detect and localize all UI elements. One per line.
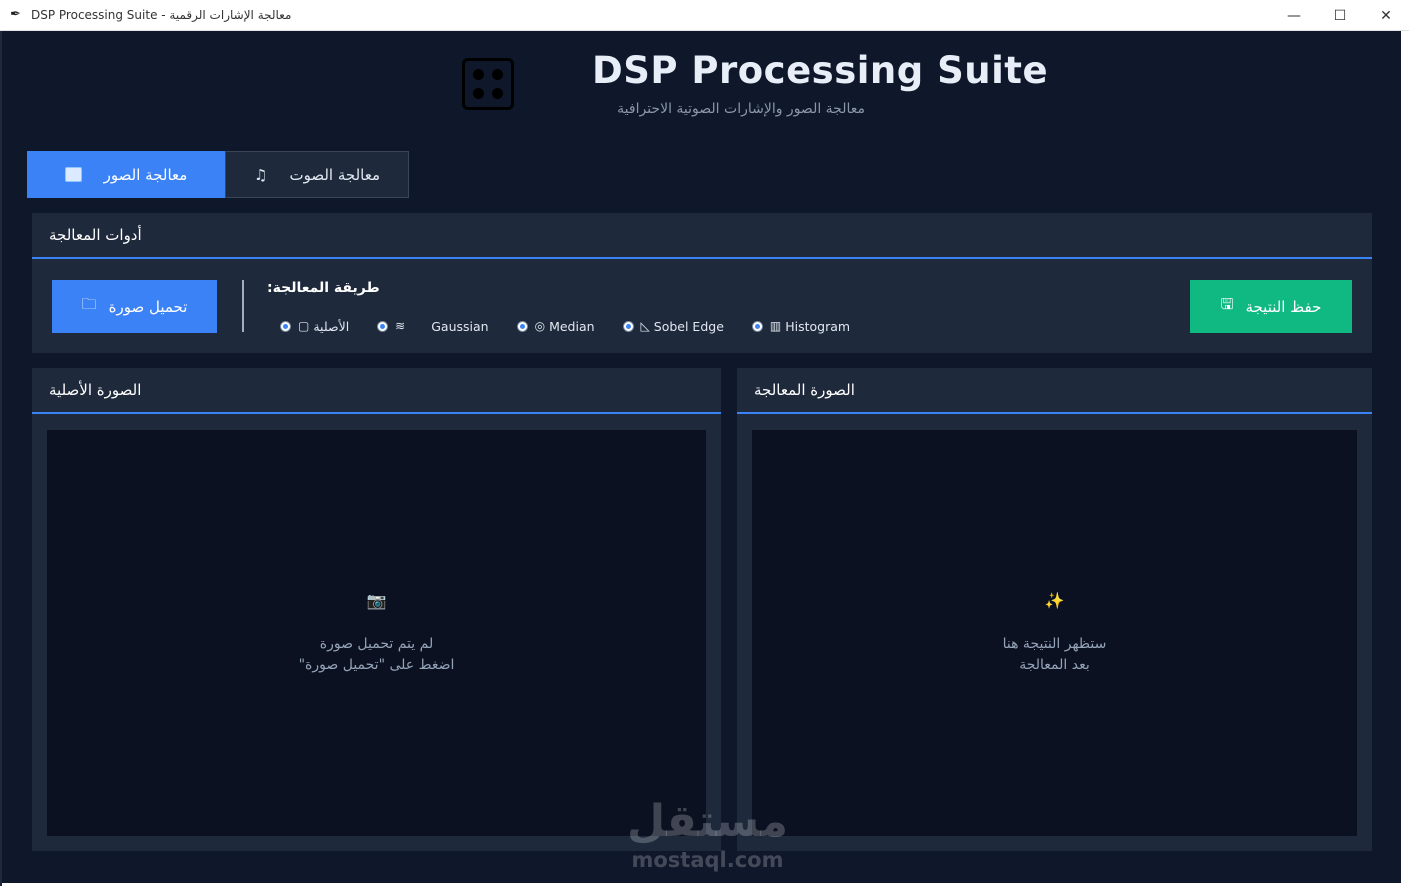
no-image-line1: لم يتم تحميل صورة [319, 635, 434, 652]
triangle-ruler-icon: ◺ [640, 319, 650, 333]
sparkles-icon: ✨ [1044, 590, 1065, 610]
tools-panel-header: أدوات المعالجة [32, 213, 1372, 259]
original-image-panel: الصورة الأصلية 📷 لم يتم تحميل صورة اضغط … [32, 368, 721, 851]
radio-sobel[interactable]: ◺ Sobel Edge [622, 318, 724, 334]
result-placeholder-message: ستظهر النتيجة هنا بعد المعالجة [1003, 634, 1107, 676]
save-result-button[interactable]: حفظ النتيجة 🖫 [1190, 280, 1352, 333]
window-controls: — ☐ ✕ [1271, 0, 1409, 31]
radio-histogram-label: Histogram [785, 318, 851, 334]
close-button[interactable]: ✕ [1363, 0, 1409, 31]
toolbar-divider [242, 280, 244, 332]
watermark-arabic: مستقل [627, 796, 788, 847]
feather-icon: ✒ [10, 7, 21, 22]
maximize-button[interactable]: ☐ [1317, 0, 1363, 31]
tab-image-processing[interactable]: معالجة الصور [27, 151, 225, 198]
wave-icon: ≋ [395, 319, 406, 333]
result-line1: ستظهر النتيجة هنا [1002, 635, 1107, 652]
processed-panel-header: الصورة المعالجة [737, 368, 1372, 414]
floppy-disk-icon: 🖫 [1220, 295, 1234, 313]
no-image-message: لم يتم تحميل صورة اضغط على "تحميل صورة" [299, 634, 455, 676]
processed-panel-title: الصورة المعالجة [754, 381, 855, 399]
original-panel-title: الصورة الأصلية [49, 381, 142, 399]
result-line2: بعد المعالجة [1019, 656, 1090, 673]
app-window: DSP Processing Suite معالجة الصور والإشا… [2, 31, 1401, 883]
radio-original-label: الأصلية [313, 318, 350, 334]
music-icon: ♫ [254, 165, 268, 184]
radio-indicator[interactable] [516, 320, 528, 332]
original-panel-header: الصورة الأصلية [32, 368, 721, 414]
minimize-button[interactable]: — [1271, 0, 1317, 31]
target-icon: ◎ [534, 319, 546, 333]
watermark-latin: mostaql.com [631, 848, 784, 872]
app-title: DSP Processing Suite [592, 49, 1049, 92]
image-icon [64, 167, 82, 182]
app-subtitle: معالجة الصور والإشارات الصوتية الاحترافي… [617, 101, 865, 117]
camera-icon: 📷 [366, 590, 387, 610]
radio-gaussian[interactable]: ≋ Gaussian [377, 318, 489, 334]
radio-sobel-label: Sobel Edge [653, 318, 724, 334]
folder-icon: 🗀 [81, 295, 97, 313]
tab-audio-label: معالجة الصوت [289, 165, 380, 184]
load-image-button[interactable]: تحميل صورة 🗀 [52, 280, 217, 333]
mostaql-watermark: مستقل mostaql.com [620, 796, 795, 872]
no-image-line2: اضغط على "تحميل صورة" [298, 656, 455, 673]
radio-histogram[interactable]: ▥ Histogram [751, 318, 851, 334]
processed-image-canvas: ✨ ستظهر النتيجة هنا بعد المعالجة [752, 430, 1357, 836]
radio-indicator[interactable] [280, 320, 291, 332]
radio-median[interactable]: ◎ Median [516, 318, 595, 334]
radio-gaussian-label: Gaussian [431, 318, 489, 334]
radio-indicator[interactable] [622, 320, 634, 332]
radio-indicator[interactable] [751, 320, 763, 332]
window-title: DSP Processing Suite - معالجة الإشارات ا… [31, 8, 292, 22]
tab-image-label: معالجة الصور [103, 165, 188, 184]
window-titlebar: ✒ DSP Processing Suite - معالجة الإشارات… [0, 0, 1409, 31]
dice-icon [462, 58, 514, 110]
frame-icon: ▢ [298, 319, 310, 333]
method-label: :طريقة المعالجة [267, 280, 380, 296]
original-image-canvas[interactable]: 📷 لم يتم تحميل صورة اضغط على "تحميل صورة… [47, 430, 706, 836]
processed-image-panel: الصورة المعالجة ✨ ستظهر النتيجة هنا بعد … [737, 368, 1372, 851]
tab-audio-processing[interactable]: معالجة الصوت ♫ [225, 151, 409, 198]
radio-original[interactable]: ▢ الأصلية [280, 319, 349, 334]
tools-panel: أدوات المعالجة تحميل صورة 🗀 :طريقة المعا… [32, 213, 1372, 353]
save-result-label: حفظ النتيجة [1245, 297, 1322, 316]
load-image-label: تحميل صورة [108, 297, 188, 316]
bar-chart-icon: ▥ [769, 319, 782, 333]
tools-panel-title: أدوات المعالجة [49, 226, 142, 244]
radio-indicator[interactable] [377, 320, 389, 332]
radio-median-label: Median [549, 318, 595, 334]
method-radio-group: ▢ الأصلية ≋ Gaussian ◎ Median ◺ Sobel Ed… [280, 317, 878, 335]
